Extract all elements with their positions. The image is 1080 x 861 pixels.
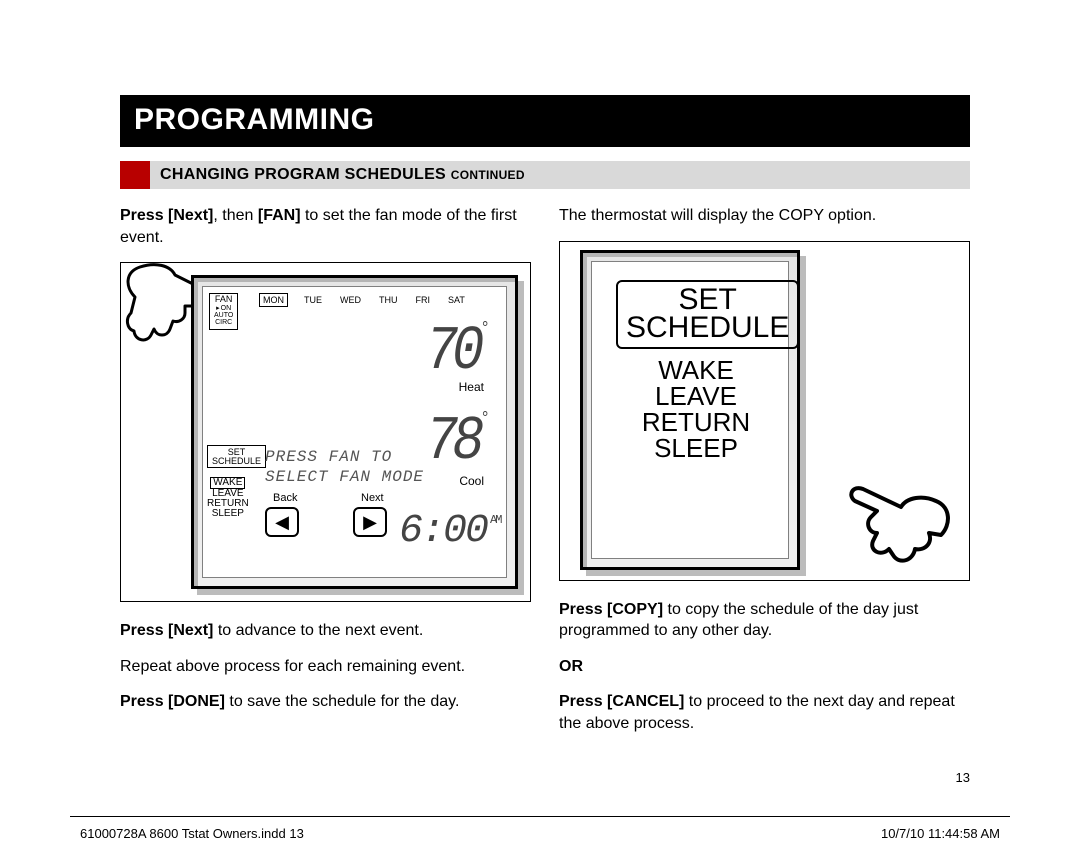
fan-opt-on: ON: [221, 305, 232, 312]
hand-icon-2: [811, 435, 961, 572]
page-number: 13: [120, 770, 970, 785]
fan-opt-circ: CIRC: [214, 319, 233, 326]
day-thu: THU: [377, 293, 400, 307]
fan-mode-box: FAN ▸ON AUTO CIRC: [209, 293, 238, 329]
subsection-continued: CONTINUED: [451, 168, 525, 182]
heat-label: Heat: [459, 379, 484, 395]
figure-copy-option: SET SCHEDULE WAKE LEAVE RETURN SLEEP: [559, 241, 970, 581]
heat-temp-val: 70: [426, 317, 479, 387]
clock-ampm: AM: [490, 513, 500, 527]
press-next-bold: Press [Next]: [120, 207, 213, 224]
events-list-big: WAKE LEAVE RETURN SLEEP: [616, 357, 776, 461]
press-next2-bold: Press [Next]: [120, 622, 213, 639]
events-list-small: WAKE LEAVE RETURN SLEEP: [207, 477, 249, 519]
lcd-screen-1: FAN ▸ON AUTO CIRC MON TUE WED THU FRI: [191, 275, 518, 589]
day-row: MON TUE WED THU FRI SAT: [259, 293, 498, 307]
left-column: Press [Next], then [FAN] to set the fan …: [120, 205, 531, 749]
right-column: The thermostat will display the COPY opt…: [559, 205, 970, 749]
event-leave-big: LEAVE: [616, 383, 776, 409]
footer-rule: [70, 816, 1010, 817]
set-schedule-box-big: SET SCHEDULE: [616, 280, 799, 349]
figure-fan-mode: FAN ▸ON AUTO CIRC MON TUE WED THU FRI: [120, 262, 531, 602]
subsection-title: CHANGING PROGRAM SCHEDULES CONTINUED: [120, 161, 970, 189]
day-sat: SAT: [446, 293, 467, 307]
day-tue: TUE: [302, 293, 324, 307]
msg-line2: SELECT FAN MODE: [265, 467, 424, 489]
schedule-label-big: SCHEDULE: [626, 314, 789, 343]
left-p2: Press [Next] to advance to the next even…: [120, 620, 531, 642]
or-bold: OR: [559, 658, 583, 675]
p2b: to advance to the next event.: [213, 622, 423, 639]
fan-opt-auto: AUTO: [214, 312, 233, 319]
next-arrow-button[interactable]: ▶: [353, 507, 387, 537]
right-p2: Press [COPY] to copy the schedule of the…: [559, 599, 970, 642]
clock-time: 6:00AM: [399, 505, 497, 559]
event-return-big: RETURN: [616, 409, 776, 435]
p4b: to save the schedule for the day.: [225, 693, 460, 710]
left-p3: Repeat above process for each remaining …: [120, 656, 531, 678]
right-p3: Press [CANCEL] to proceed to the next da…: [559, 691, 970, 734]
set-label-big: SET: [626, 286, 789, 315]
back-arrow-button[interactable]: ◀: [265, 507, 299, 537]
day-wed: WED: [338, 293, 363, 307]
schedule-label-small: SCHEDULE: [212, 457, 261, 466]
clock-val: 6:00: [399, 509, 487, 554]
footer-left: 61000728A 8600 Tstat Owners.indd 13: [80, 826, 304, 841]
event-wake-big: WAKE: [616, 357, 776, 383]
cool-label: Cool: [459, 473, 484, 489]
right-p1: The thermostat will display the COPY opt…: [559, 205, 970, 227]
set-schedule-box-small: SET SCHEDULE: [207, 445, 266, 468]
p1b: , then: [213, 207, 257, 224]
event-sleep-big: SLEEP: [616, 435, 776, 461]
section-title: PROGRAMMING: [120, 95, 970, 147]
subsection-main: CHANGING PROGRAM SCHEDULES: [160, 166, 446, 183]
fan-label: FAN: [215, 294, 233, 304]
left-p4: Press [DONE] to save the schedule for th…: [120, 691, 531, 713]
next-label: Next: [361, 491, 384, 506]
press-done-bold: Press [DONE]: [120, 693, 225, 710]
msg-line1: PRESS FAN TO: [265, 447, 392, 469]
footer-right: 10/7/10 11:44:58 AM: [881, 826, 1000, 841]
fan-bold: [FAN]: [258, 207, 301, 224]
day-fri: FRI: [414, 293, 433, 307]
event-sleep-small: SLEEP: [212, 508, 244, 519]
right-or: OR: [559, 656, 970, 678]
press-copy-bold: Press [COPY]: [559, 601, 663, 618]
day-mon: MON: [259, 293, 288, 307]
left-p1: Press [Next], then [FAN] to set the fan …: [120, 205, 531, 248]
press-cancel-bold: Press [CANCEL]: [559, 693, 684, 710]
back-label: Back: [273, 491, 297, 506]
cool-temp-val: 78: [426, 407, 479, 477]
lcd-screen-2: SET SCHEDULE WAKE LEAVE RETURN SLEEP: [580, 250, 800, 570]
